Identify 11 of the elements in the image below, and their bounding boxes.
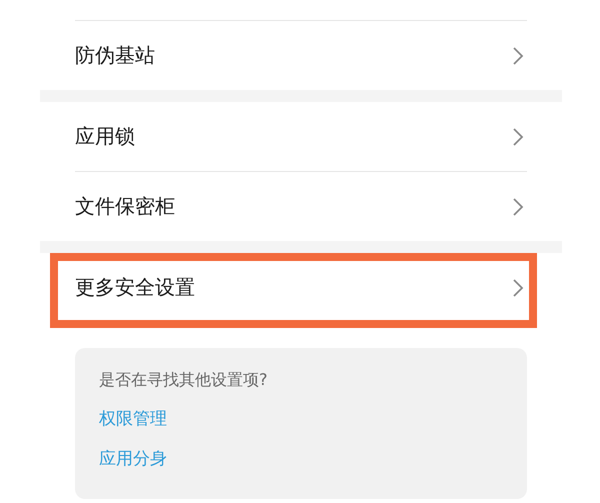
suggestion-prompt: 是否在寻找其他设置项? xyxy=(99,370,268,391)
row-label: 防伪基站 xyxy=(75,42,155,69)
settings-row[interactable]: 应用锁 xyxy=(75,102,527,171)
row-label: 更多安全设置 xyxy=(75,274,195,301)
chevron-right-icon xyxy=(512,278,524,298)
settings-row[interactable]: 更多安全设置 xyxy=(75,253,527,322)
row-label: 文件保密柜 xyxy=(75,193,175,220)
row-label: 应用锁 xyxy=(75,123,135,150)
chevron-right-icon xyxy=(512,126,524,146)
chevron-right-icon xyxy=(512,46,524,66)
chevron-right-icon xyxy=(512,196,524,216)
